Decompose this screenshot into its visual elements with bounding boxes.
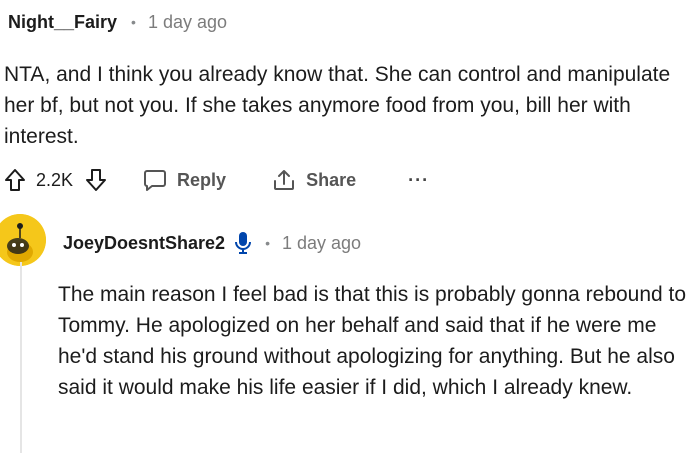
- thread-line[interactable]: [20, 262, 22, 453]
- meta-separator: •: [131, 14, 136, 30]
- vote-score: 2.2K: [36, 169, 74, 190]
- share-button[interactable]: Share: [272, 168, 356, 192]
- share-icon: [274, 170, 295, 190]
- reply-body: The main reason I feel bad is that this …: [58, 279, 698, 403]
- upvote-button[interactable]: [4, 168, 26, 192]
- downvote-arrow-icon: [86, 169, 107, 191]
- reply-meta: JoeyDoesntShare2 • 1 day ago: [63, 229, 361, 257]
- reply-timestamp[interactable]: 1 day ago: [282, 233, 361, 254]
- more-options-button[interactable]: ···: [408, 170, 429, 191]
- reply-author[interactable]: JoeyDoesntShare2: [63, 233, 225, 254]
- share-label: Share: [306, 169, 357, 190]
- reply-label: Reply: [177, 169, 227, 190]
- comment-author[interactable]: Night__Fairy: [8, 12, 117, 33]
- comment-text: NTA, and I think you already know that. …: [4, 63, 671, 148]
- comment-action-bar: 2.2K Reply Share ···: [4, 163, 429, 197]
- avatar[interactable]: [0, 214, 46, 266]
- mic-badge: [235, 231, 252, 255]
- comment-meta: Night__Fairy • 1 day ago: [8, 8, 227, 36]
- microphone-icon: [235, 232, 252, 254]
- meta-separator: •: [265, 235, 270, 251]
- more-options-icon: ···: [408, 169, 430, 190]
- comment-timestamp[interactable]: 1 day ago: [148, 12, 227, 33]
- comment-body: NTA, and I think you already know that. …: [4, 59, 698, 152]
- upvote-arrow-icon: [5, 169, 25, 191]
- downvote-button[interactable]: [85, 168, 107, 192]
- speech-bubble-icon: [144, 170, 167, 191]
- snoo-avatar-icon: [0, 214, 46, 266]
- reply-text: The main reason I feel bad is that this …: [58, 283, 687, 399]
- reply-button[interactable]: Reply: [143, 168, 226, 192]
